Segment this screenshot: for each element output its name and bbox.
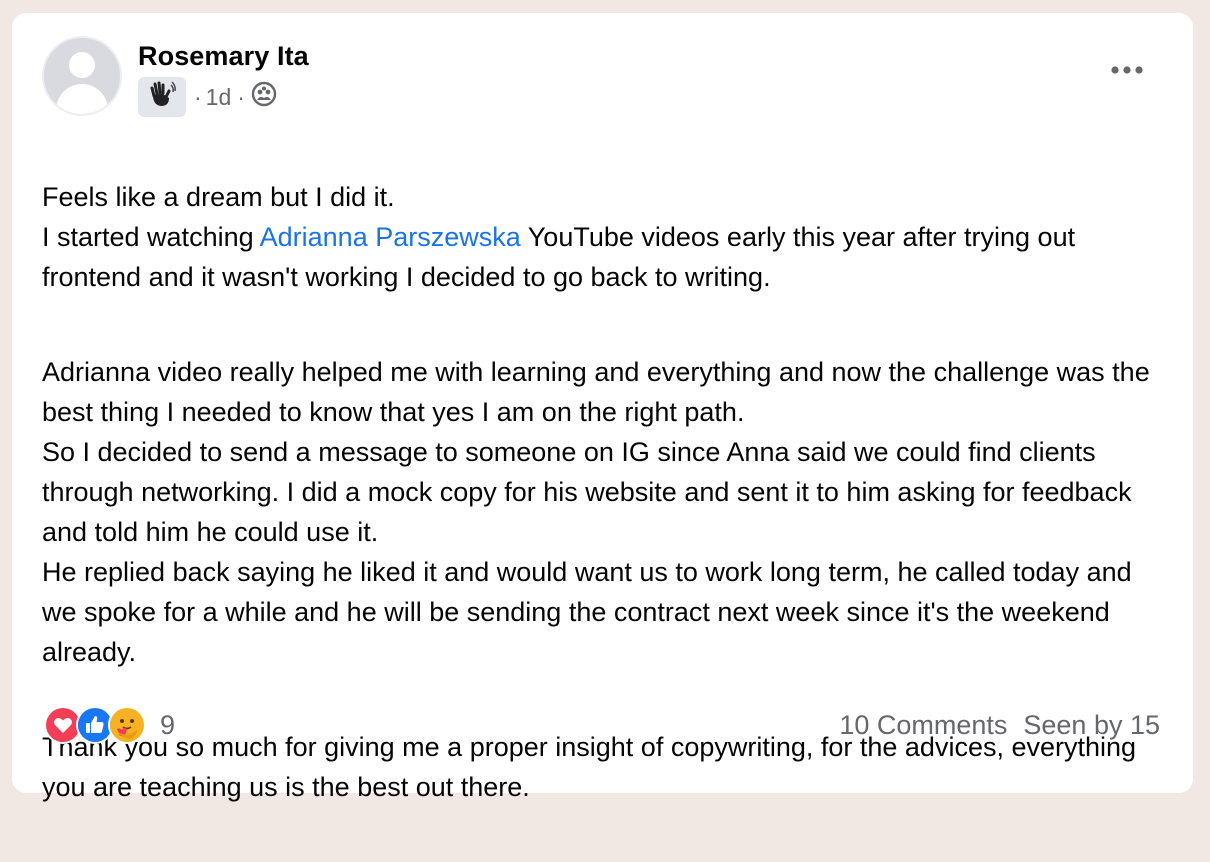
post-paragraph: Adrianna video really helped me with lea… [42,357,1150,667]
avatar-body [56,84,108,114]
post-stats: 10 Comments Seen by 15 [839,710,1160,741]
more-options-icon [1110,62,1144,80]
reactions-summary[interactable]: 9 [44,706,175,744]
avatar[interactable] [42,36,122,116]
reaction-count: 9 [160,709,176,740]
meta-separator: · [237,83,245,110]
post-meta: · 1d · [138,77,277,117]
post-card: Rosemary Ita · 1d · Feels like a dream b… [12,13,1193,802]
meta-separator: · [194,83,202,110]
care-icon [108,706,146,744]
post-text: I started watching [42,222,260,252]
group-icon[interactable] [251,81,277,113]
author-name[interactable]: Rosemary Ita [138,41,309,72]
comments-count[interactable]: 10 Comments [839,710,1007,741]
post-body: Feels like a dream but I did it. I start… [42,137,1172,862]
waving-hand-icon [147,79,177,115]
post-paragraph: Feels like a dream but I did it. I start… [42,177,1172,297]
seen-by[interactable]: Seen by 15 [1023,710,1160,741]
post-text: Feels like a dream but I did it. [42,182,395,212]
more-options-button[interactable] [1107,59,1147,83]
post-time[interactable]: 1d [206,84,232,111]
mention-link[interactable]: Adrianna Parszewska [260,222,521,252]
profile-badge[interactable] [138,77,186,117]
avatar-head [69,52,95,78]
